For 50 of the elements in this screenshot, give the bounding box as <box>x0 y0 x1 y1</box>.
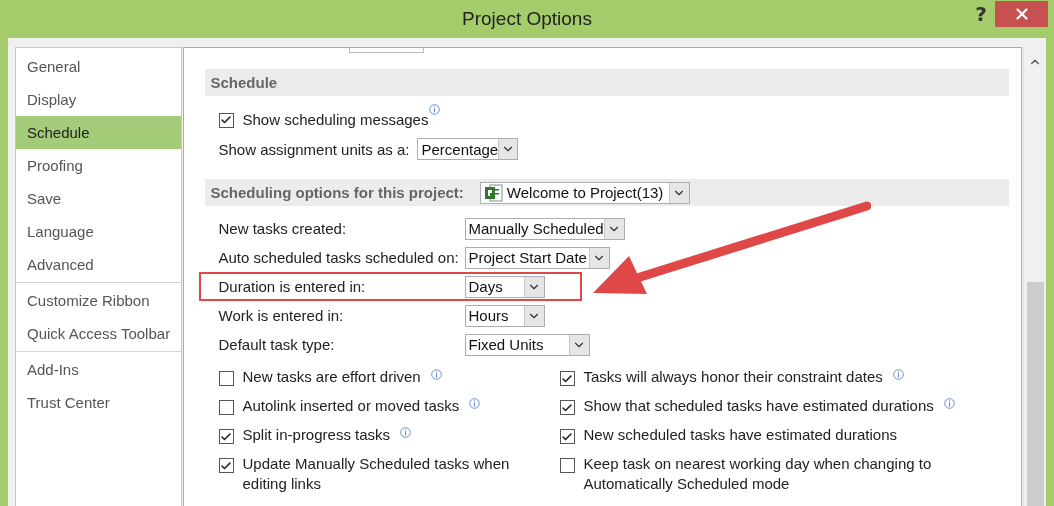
checkbox-label: Keep task on nearest working day when changing to Automatically Scheduled mode <box>583 454 933 494</box>
scroll-thumb[interactable] <box>1026 282 1044 506</box>
field-label: Show assignment units as a: <box>218 140 410 158</box>
checkbox-label: Tasks will always honor their constraint dates <box>583 367 883 387</box>
checkbox-label: Split in-progress tasks <box>242 425 391 445</box>
checkbox[interactable] <box>218 458 234 473</box>
checkbox-label: New scheduled tasks have estimated durations <box>583 425 898 445</box>
field-label: Duration is entered in: <box>218 278 367 295</box>
checkbox[interactable] <box>218 371 234 386</box>
dropdown[interactable]: Manually Scheduled <box>464 217 625 240</box>
scrollbar[interactable] <box>1023 47 1046 506</box>
sidebar-item[interactable]: Trust Center <box>16 386 181 419</box>
checkbox[interactable] <box>559 371 575 386</box>
checkbox-label: Show that scheduled tasks have estimated durations <box>583 396 934 416</box>
sidebar-item[interactable]: Advanced <box>16 248 181 281</box>
checkbox[interactable] <box>559 429 575 444</box>
checkbox[interactable] <box>218 112 234 128</box>
checkbox-label: Autolink inserted or moved tasks <box>242 396 460 416</box>
sidebar-item[interactable]: Quick Access Toolbar <box>16 317 181 350</box>
dropdown[interactable]: Percentage <box>417 138 519 160</box>
checkbox[interactable] <box>218 429 234 444</box>
sidebar-item[interactable]: Schedule <box>16 116 181 149</box>
dropdown[interactable]: Hours <box>464 304 545 327</box>
sidebar-item[interactable]: Save <box>16 182 181 215</box>
dropdown[interactable]: Days <box>464 275 545 298</box>
sidebar-item[interactable]: Language <box>16 215 181 248</box>
field-label: Work is entered in: <box>218 307 345 324</box>
help-button[interactable]: ? <box>968 2 994 26</box>
dropdown[interactable]: Project Start Date <box>464 246 610 269</box>
checkbox-label: Show scheduling messages <box>242 110 429 128</box>
field-label: Auto scheduled tasks scheduled on: <box>218 249 460 266</box>
close-button[interactable] <box>995 1 1048 27</box>
sidebar-item[interactable]: Customize Ribbon <box>16 284 181 317</box>
checkbox-label: New tasks are effort driven <box>242 367 421 387</box>
field-label: New tasks created: <box>218 220 348 237</box>
section-title: Schedule <box>210 74 278 91</box>
section-title: Scheduling options for this project: <box>210 184 464 201</box>
project-file-icon <box>483 183 504 202</box>
checkbox[interactable] <box>559 458 575 473</box>
field-label: Default task type: <box>218 336 336 353</box>
dropdown[interactable]: Welcome to Project(13) <box>479 181 690 204</box>
sidebar-item[interactable]: Proofing <box>16 149 181 182</box>
dropdown[interactable]: Fixed Units <box>464 333 590 356</box>
sidebar-item[interactable]: Display <box>16 83 181 116</box>
sidebar-item[interactable]: General <box>16 50 181 83</box>
checkbox-label: Update Manually Scheduled tasks when editing links <box>242 454 511 494</box>
checkbox[interactable] <box>559 400 575 415</box>
checkbox[interactable] <box>218 400 234 415</box>
window-title: Project Options <box>462 8 592 29</box>
sidebar-item[interactable]: Add-Ins <box>16 353 181 386</box>
